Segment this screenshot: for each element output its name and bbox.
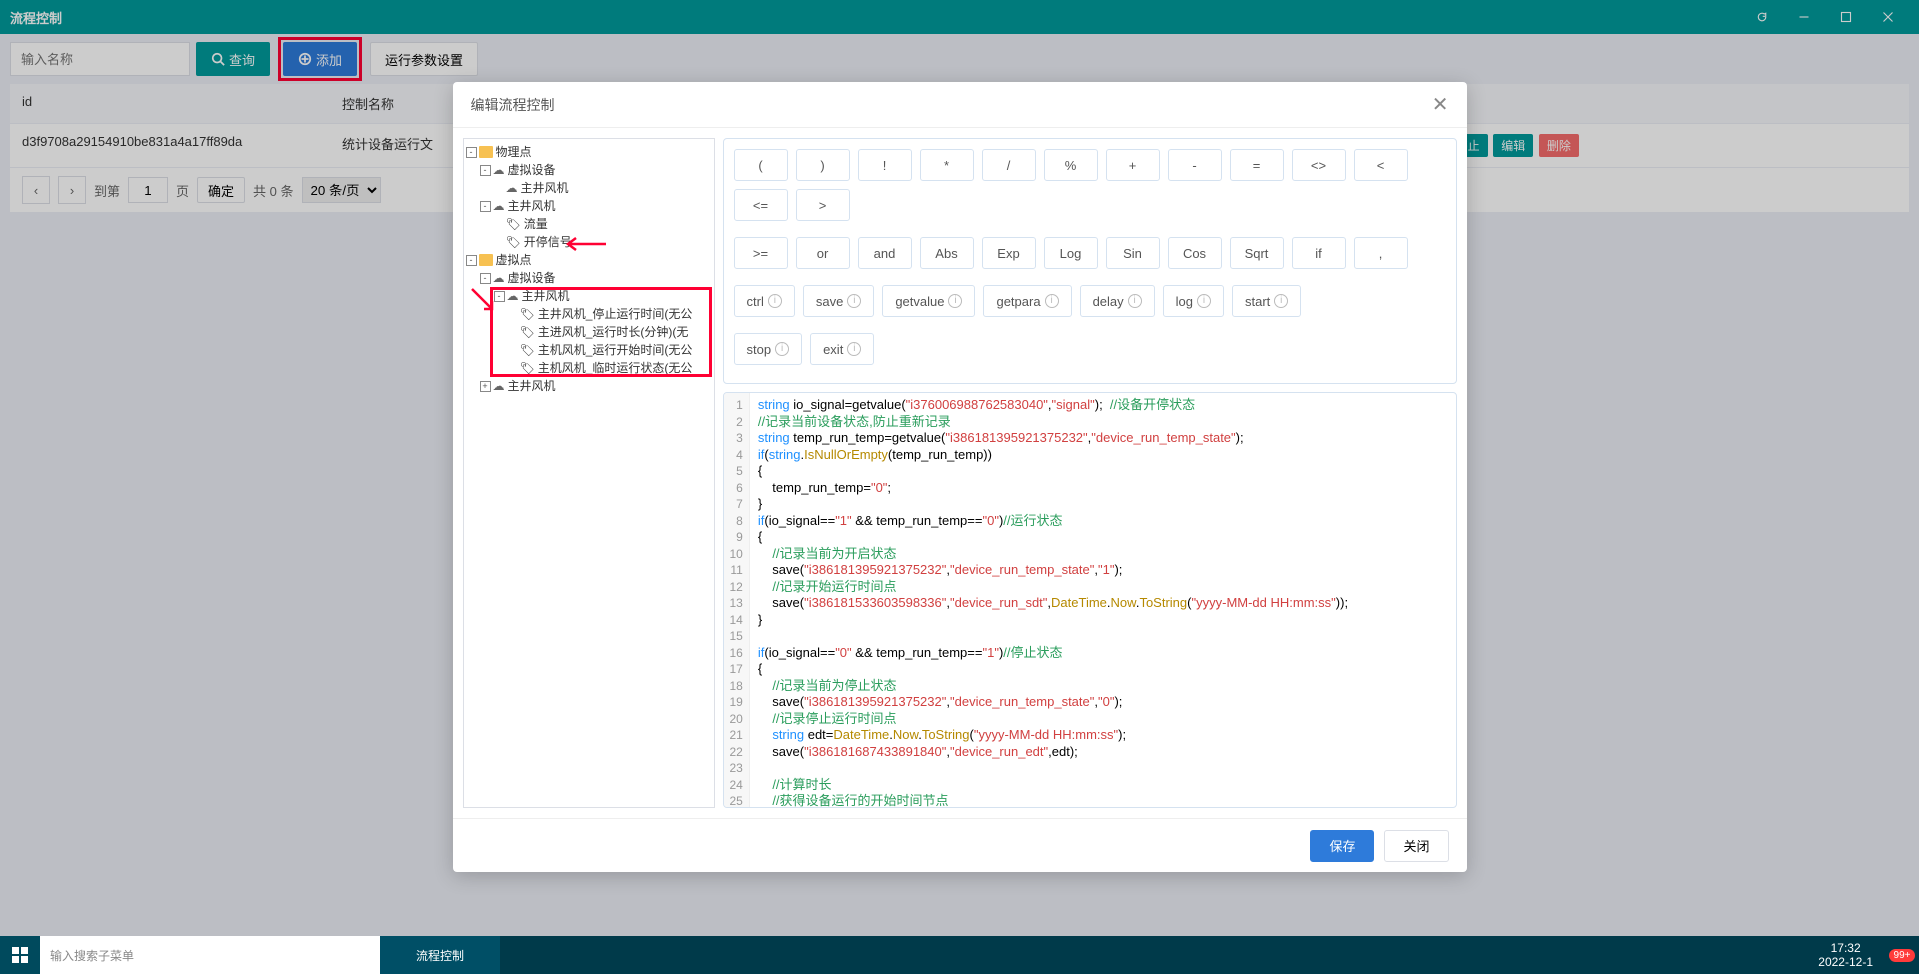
cloud-icon: ☁ <box>506 179 518 197</box>
modal-close-icon[interactable]: ✕ <box>1432 92 1449 117</box>
collapse-icon[interactable]: - <box>466 255 477 266</box>
op-button[interactable]: Exp <box>982 237 1036 269</box>
info-icon: i <box>847 342 861 356</box>
tree-label[interactable]: 开停信号 <box>524 233 572 251</box>
modal-overlay: 编辑流程控制 ✕ -物理点 -☁虚拟设备 ☁主井风机 -☁主井风机 🏷流量 🏷开… <box>0 0 1919 936</box>
op-button[interactable]: ) <box>796 149 850 181</box>
tree-label[interactable]: 主机风机_临时运行状态(无公 <box>538 359 693 377</box>
info-icon: i <box>1128 294 1142 308</box>
info-icon: i <box>948 294 962 308</box>
cloud-icon: ☁ <box>493 269 505 287</box>
op-button[interactable]: ! <box>858 149 912 181</box>
tree-label[interactable]: 虚拟点 <box>496 251 532 269</box>
tree-label[interactable]: 主机风机_运行开始时间(无公 <box>538 341 693 359</box>
op-button[interactable]: <> <box>1292 149 1346 181</box>
tree-label[interactable]: 虚拟设备 <box>508 161 556 179</box>
cloud-icon: ☁ <box>493 377 505 395</box>
op-button[interactable]: <= <box>734 189 788 221</box>
op-button[interactable]: = <box>1230 149 1284 181</box>
notification-icon[interactable]: 99+ <box>1885 949 1919 962</box>
tree-label[interactable]: 主进风机_运行时长(分钟)(无 <box>538 323 689 341</box>
collapse-icon[interactable]: - <box>480 201 491 212</box>
collapse-icon[interactable]: - <box>466 147 477 158</box>
op-button[interactable]: - <box>1168 149 1222 181</box>
tree-label[interactable]: 主井风机 <box>508 377 556 395</box>
tag-icon: 🏷 <box>520 305 535 323</box>
collapse-icon[interactable]: + <box>480 381 491 392</box>
tree-label[interactable]: 主井风机 <box>508 197 556 215</box>
op-button[interactable]: getvaluei <box>882 285 975 317</box>
operator-grid: ()!*/%+-=<>< <=>>=orandAbsExpLogSinCosSqr… <box>723 138 1457 384</box>
tree-label[interactable]: 物理点 <box>496 143 532 161</box>
save-button[interactable]: 保存 <box>1310 830 1374 862</box>
op-button[interactable]: or <box>796 237 850 269</box>
tree-label[interactable]: 主井风机 <box>522 287 570 305</box>
op-button[interactable]: >= <box>734 237 788 269</box>
op-button[interactable]: * <box>920 149 974 181</box>
tag-icon: 🏷 <box>520 359 535 377</box>
op-button[interactable]: and <box>858 237 912 269</box>
op-button[interactable]: < <box>1354 149 1408 181</box>
info-icon: i <box>1274 294 1288 308</box>
edit-modal: 编辑流程控制 ✕ -物理点 -☁虚拟设备 ☁主井风机 -☁主井风机 🏷流量 🏷开… <box>453 82 1467 872</box>
windows-icon <box>12 947 28 963</box>
op-button[interactable]: Log <box>1044 237 1098 269</box>
collapse-icon[interactable]: - <box>480 273 491 284</box>
op-button[interactable]: ctrli <box>734 285 795 317</box>
info-icon: i <box>775 342 789 356</box>
cloud-icon: ☁ <box>507 287 519 305</box>
cloud-icon: ☁ <box>493 161 505 179</box>
tree-panel[interactable]: -物理点 -☁虚拟设备 ☁主井风机 -☁主井风机 🏷流量 🏷开停信号 -虚拟点 … <box>463 138 715 808</box>
info-icon: i <box>847 294 861 308</box>
close-button[interactable]: 关闭 <box>1384 830 1448 862</box>
start-button[interactable] <box>0 936 40 974</box>
op-button[interactable]: delayi <box>1080 285 1155 317</box>
taskbar-search[interactable]: 输入搜索子菜单 <box>40 936 380 974</box>
op-button[interactable]: Cos <box>1168 237 1222 269</box>
code-body[interactable]: string io_signal=getvalue("i376006988762… <box>750 393 1356 807</box>
line-gutter: 1234567891011121314151617181920212223242… <box>724 393 750 807</box>
op-button[interactable]: ( <box>734 149 788 181</box>
tag-icon: 🏷 <box>520 341 535 359</box>
tree-label[interactable]: 流量 <box>524 215 548 233</box>
op-button[interactable]: % <box>1044 149 1098 181</box>
tree-label[interactable]: 主井风机_停止运行时间(无公 <box>538 305 693 323</box>
op-button[interactable]: Sin <box>1106 237 1160 269</box>
op-button[interactable]: starti <box>1232 285 1301 317</box>
folder-icon <box>479 146 493 158</box>
info-icon: i <box>1197 294 1211 308</box>
modal-title: 编辑流程控制 <box>471 95 1432 115</box>
op-button[interactable]: getparai <box>983 285 1071 317</box>
op-button[interactable]: / <box>982 149 1036 181</box>
clock[interactable]: 17:322022-12-1 <box>1806 941 1885 969</box>
collapse-icon[interactable]: - <box>494 291 505 302</box>
tree-label[interactable]: 虚拟设备 <box>508 269 556 287</box>
code-editor[interactable]: 1234567891011121314151617181920212223242… <box>723 392 1457 808</box>
folder-icon <box>479 254 493 266</box>
cloud-icon: ☁ <box>493 197 505 215</box>
tag-icon: 🏷 <box>506 215 521 233</box>
op-button[interactable]: logi <box>1163 285 1224 317</box>
op-button[interactable]: Abs <box>920 237 974 269</box>
tag-icon: 🏷 <box>506 233 521 251</box>
tree-label[interactable]: 主井风机 <box>521 179 569 197</box>
taskbar: 输入搜索子菜单 流程控制 17:322022-12-1 99+ <box>0 936 1919 974</box>
op-button[interactable]: stopi <box>734 333 803 365</box>
info-icon: i <box>1045 294 1059 308</box>
taskbar-tab[interactable]: 流程控制 <box>380 936 500 974</box>
collapse-icon[interactable]: - <box>480 165 491 176</box>
op-button[interactable]: exiti <box>810 333 874 365</box>
op-button[interactable]: + <box>1106 149 1160 181</box>
op-button[interactable]: , <box>1354 237 1408 269</box>
op-button[interactable]: savei <box>803 285 874 317</box>
info-icon: i <box>768 294 782 308</box>
tag-icon: 🏷 <box>520 323 535 341</box>
op-button[interactable]: > <box>796 189 850 221</box>
op-button[interactable]: if <box>1292 237 1346 269</box>
op-button[interactable]: Sqrt <box>1230 237 1284 269</box>
